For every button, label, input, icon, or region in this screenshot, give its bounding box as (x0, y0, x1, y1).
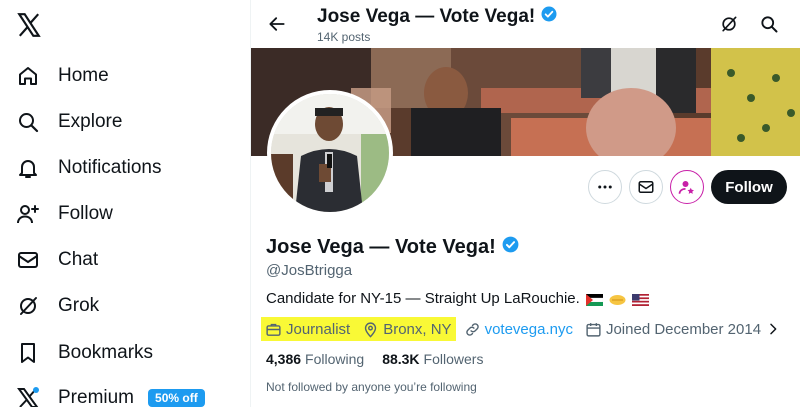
grok-icon[interactable] (717, 12, 741, 36)
nav-home[interactable]: Home (14, 56, 109, 96)
palestine-flag-icon (585, 293, 603, 306)
followers-link[interactable]: 88.3K Followers (382, 351, 483, 367)
calendar-icon (586, 322, 601, 337)
followers-count: 88.3K (382, 351, 420, 367)
search-icon (14, 108, 42, 136)
chevron-right-icon (770, 323, 777, 335)
nav-label: Chat (58, 249, 99, 270)
website[interactable]: votevega.nyc (464, 321, 573, 338)
nav-explore[interactable]: Explore (14, 102, 122, 142)
profile-column: Jose Vega — Vote Vega! 14K posts Follow … (251, 0, 800, 407)
search-icon[interactable] (757, 12, 781, 36)
home-icon (14, 62, 42, 90)
profile-handle: @JosBtrigga (266, 262, 353, 279)
nav-label: Follow (58, 203, 113, 224)
us-flag-icon (631, 293, 649, 306)
nav-label: Grok (58, 295, 100, 316)
verified-badge-icon[interactable] (501, 235, 520, 260)
nav-label: Notifications (58, 157, 162, 178)
envelope-icon (14, 246, 42, 274)
nav-label: Premium (58, 387, 135, 407)
occupation-text: Journalist (286, 320, 351, 338)
nav-label: Explore (58, 111, 123, 132)
nav-premium[interactable]: Premium 50% off (14, 378, 205, 407)
message-button[interactable] (629, 170, 663, 204)
join-date[interactable]: Joined December 2014 (585, 321, 785, 338)
location-text: Bronx, NY (383, 320, 452, 338)
followed-by-note: Not followed by anyone you’re following (266, 380, 477, 394)
location: Bronx, NY (362, 320, 452, 338)
website-link[interactable]: votevega.nyc (485, 321, 573, 338)
following-link[interactable]: 4,386 Following (266, 351, 364, 367)
header-title: Jose Vega — Vote Vega! (317, 5, 558, 29)
x-logo-icon[interactable] (16, 12, 42, 38)
handshake-icon (609, 293, 626, 305)
envelope-icon (638, 181, 654, 193)
subscribe-person-icon (678, 181, 694, 194)
subscribe-button[interactable] (670, 170, 704, 204)
header-title-text: Jose Vega — Vote Vega! (317, 6, 536, 27)
profile-name: Jose Vega — Vote Vega! (266, 235, 520, 260)
discount-badge: 50% off (148, 389, 205, 407)
profile-bio: Candidate for NY-15 — Straight Up LaRouc… (266, 290, 649, 307)
nav-notifications[interactable]: Notifications (14, 148, 162, 188)
post-count: 14K posts (317, 30, 371, 44)
profile-meta-row: Journalist Bronx, NY votevega.nyc Joined… (261, 317, 785, 341)
nav-label: Bookmarks (58, 342, 154, 363)
nav-grok[interactable]: Grok (14, 286, 99, 326)
verified-badge-icon (540, 5, 558, 29)
bio-text: Candidate for NY-15 — Straight Up LaRouc… (266, 290, 580, 307)
back-arrow-icon[interactable] (263, 10, 291, 38)
follow-button[interactable]: Follow (711, 170, 787, 204)
join-date-text: Joined December 2014 (605, 320, 762, 338)
nav-bookmarks[interactable]: Bookmarks (14, 333, 153, 373)
briefcase-icon (266, 323, 281, 336)
sidebar: Home Explore Notifications Follow Chat G… (0, 0, 251, 407)
location-pin-icon (365, 321, 377, 338)
highlighted-meta: Journalist Bronx, NY (261, 317, 456, 341)
ellipsis-icon (598, 185, 612, 189)
link-icon (465, 322, 479, 336)
avatar[interactable] (267, 90, 393, 216)
occupation: Journalist (265, 321, 350, 338)
following-label: Following (305, 351, 365, 367)
profile-header-bar: Jose Vega — Vote Vega! 14K posts (251, 0, 800, 48)
bookmark-icon (14, 339, 42, 367)
x-premium-icon (14, 384, 42, 407)
nav-label: Home (58, 65, 109, 86)
nav-chat[interactable]: Chat (14, 240, 98, 280)
person-plus-icon (14, 200, 42, 228)
follow-stats: 4,386 Following 88.3K Followers (266, 351, 501, 367)
followers-label: Followers (423, 351, 484, 367)
profile-name-text: Jose Vega — Vote Vega! (266, 236, 496, 258)
grok-icon (14, 292, 42, 320)
more-options-button[interactable] (588, 170, 622, 204)
bell-icon (14, 154, 42, 182)
following-count: 4,386 (266, 351, 302, 367)
nav-follow[interactable]: Follow (14, 194, 113, 234)
